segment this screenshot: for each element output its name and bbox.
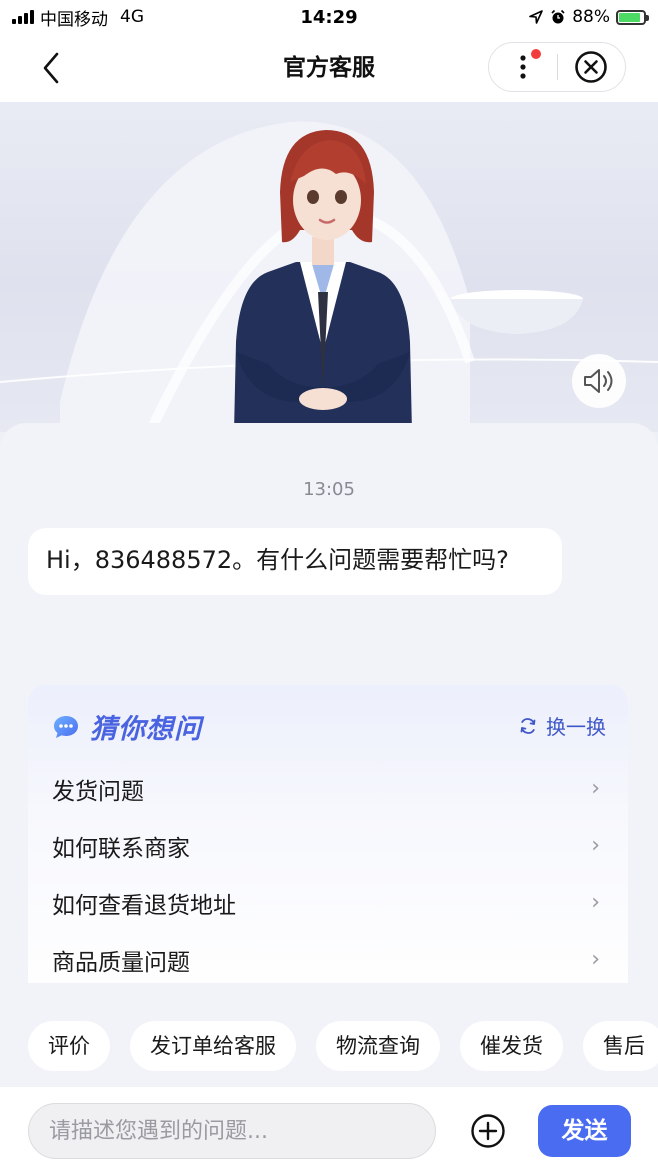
network-label: 4G [120,7,144,27]
refresh-icon [520,717,536,734]
battery-fill [619,12,641,22]
suggested-question-item[interactable]: 如何联系商家 › [28,817,628,874]
quick-chip[interactable]: 发订单给客服 [130,1021,296,1071]
chat-panel[interactable]: 13:05 Hi，836488572。有什么问题需要帮忙吗? 猜你想问 换一换 … [0,423,658,1087]
status-left: 中国移动 4G [12,5,144,30]
suggested-questions-title: 猜你想问 [90,714,202,745]
quick-chip[interactable]: 催发货 [460,1021,563,1071]
close-button[interactable] [558,43,626,91]
notification-dot [530,49,541,59]
location-arrow-icon [529,10,544,24]
mini-program-capsule [488,42,626,92]
status-bar: 中国移动 4G 14:29 88% [0,0,658,34]
chevron-right-icon: › [591,833,600,858]
speaker-icon [584,369,613,393]
more-vertical-icon [520,55,526,79]
refresh-label: 换一换 [546,715,606,739]
nav-bar: 官方客服 [0,34,658,102]
chevron-right-icon: › [591,776,600,801]
battery-icon [616,9,649,25]
close-circle-icon [575,51,608,83]
sound-toggle-button[interactable] [572,354,626,408]
quick-chip[interactable]: 评价 [28,1021,110,1071]
suggested-question-item[interactable]: 发货问题 › [28,760,628,817]
scroll-fade [28,983,628,1005]
virtual-assistant-avatar [0,121,658,432]
message-input[interactable] [28,1103,436,1159]
signal-icon [12,10,34,24]
plus-circle-icon[interactable] [468,1111,508,1151]
suggested-questions-header: 猜你想问 [52,707,202,746]
battery-percent: 88% [572,7,610,27]
suggested-question-label: 如何联系商家 [52,835,190,862]
suggested-questions-card: 猜你想问 换一换 发货问题 › 如何联系商家 › 如何查看退货地址 › 商品质量… [28,685,628,1005]
suggested-question-label: 商品质量问题 [52,949,190,976]
message-timestamp: 13:05 [303,479,355,500]
refresh-button[interactable]: 换一换 [518,711,606,740]
quick-reply-chips[interactable]: 评价 发订单给客服 物流查询 催发货 售后 [28,1021,658,1071]
avatar-hero [0,102,658,432]
quick-chip[interactable]: 物流查询 [316,1021,440,1071]
chevron-right-icon: › [591,890,600,915]
input-bar: 发送 [0,1087,658,1170]
suggested-question-label: 如何查看退货地址 [52,892,236,919]
alarm-icon [551,9,565,24]
quick-chip[interactable]: 售后 [583,1021,658,1071]
back-arrow-icon[interactable] [36,50,68,86]
suggested-question-item[interactable]: 如何查看退货地址 › [28,874,628,931]
status-right: 88% [528,7,649,27]
chevron-right-icon: › [591,947,600,972]
send-button[interactable]: 发送 [538,1105,631,1157]
more-button[interactable] [489,43,557,91]
chat-bubble-icon [54,715,78,738]
suggested-question-label: 发货问题 [52,778,144,805]
suggested-question-item[interactable]: 商品质量问题 › [28,931,628,988]
assistant-message-bubble: Hi，836488572。有什么问题需要帮忙吗? [28,528,562,595]
carrier-label: 中国移动 [40,9,108,30]
